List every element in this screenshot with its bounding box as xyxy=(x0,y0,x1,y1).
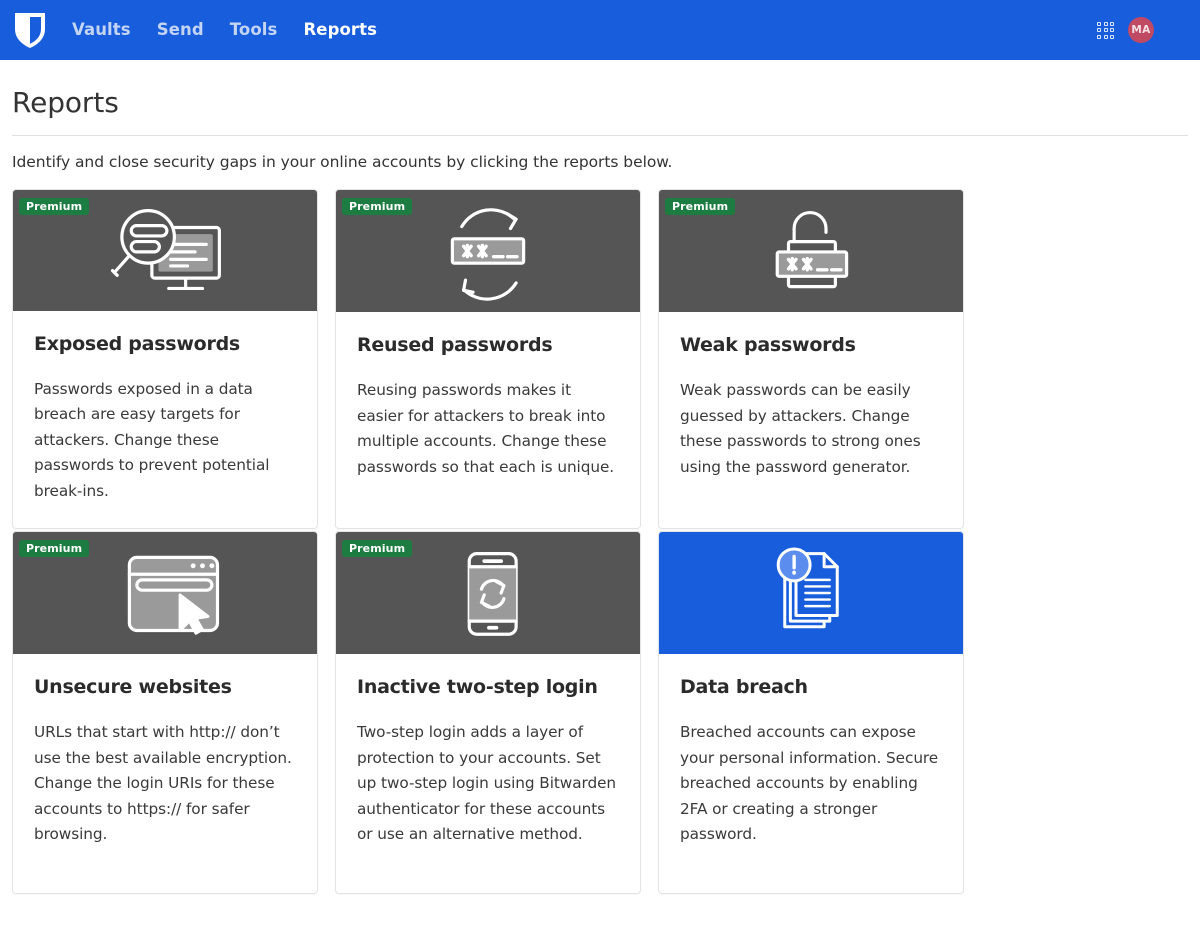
nav-link-vaults[interactable]: Vaults xyxy=(72,22,131,39)
chevron-down-icon[interactable] xyxy=(1168,26,1184,35)
report-card-data-breach[interactable]: Data breach Breached accounts can expose… xyxy=(658,531,964,894)
card-title: Exposed passwords xyxy=(34,333,296,355)
card-description: Weak passwords can be easily guessed by … xyxy=(680,378,942,480)
reports-grid-row-1: Premium xyxy=(12,187,1188,529)
card-header-image: Premium xyxy=(659,190,963,312)
card-body: Weak passwords Weak passwords can be eas… xyxy=(659,312,963,528)
avatar[interactable]: MA xyxy=(1128,17,1154,43)
top-navigation-bar: Vaults Send Tools Reports MA xyxy=(0,0,1200,60)
premium-badge: Premium xyxy=(19,540,89,557)
report-card-reused-passwords[interactable]: Premium xyxy=(335,189,641,529)
card-description: Passwords exposed in a data breach are e… xyxy=(34,377,296,505)
reports-grid-row-2: Premium Unsecure websites URLs that sta xyxy=(12,529,1188,894)
card-body: Reused passwords Reusing passwords makes… xyxy=(336,312,640,528)
premium-badge: Premium xyxy=(665,198,735,215)
card-description: URLs that start with http:// don’t use t… xyxy=(34,720,296,848)
card-body: Inactive two-step login Two-step login a… xyxy=(336,654,640,893)
card-header-image xyxy=(659,532,963,654)
bitwarden-shield-logo[interactable] xyxy=(10,10,50,50)
card-title: Data breach xyxy=(680,676,942,698)
premium-badge: Premium xyxy=(19,198,89,215)
card-title: Unsecure websites xyxy=(34,676,296,698)
card-header-image: Premium xyxy=(336,532,640,654)
card-body: Data breach Breached accounts can expose… xyxy=(659,654,963,893)
primary-nav-links: Vaults Send Tools Reports xyxy=(72,22,377,39)
card-header-image: Premium xyxy=(336,190,640,312)
card-title: Inactive two-step login xyxy=(357,676,619,698)
page-subtitle: Identify and close security gaps in your… xyxy=(12,136,1188,187)
card-title: Reused passwords xyxy=(357,334,619,356)
card-description: Breached accounts can expose your person… xyxy=(680,720,942,848)
open-padlock-password-icon xyxy=(736,201,886,301)
nav-link-reports[interactable]: Reports xyxy=(303,22,377,39)
card-header-image: Premium xyxy=(13,532,317,654)
page-content: Reports Identify and close security gaps… xyxy=(0,60,1200,894)
card-header-image: Premium xyxy=(13,190,317,311)
nav-link-tools[interactable]: Tools xyxy=(230,22,278,39)
magnifier-monitor-icon xyxy=(90,200,240,300)
card-body: Exposed passwords Passwords exposed in a… xyxy=(13,311,317,529)
nav-right-cluster: MA xyxy=(1097,17,1184,43)
report-card-unsecure-websites[interactable]: Premium Unsecure websites URLs that sta xyxy=(12,531,318,894)
premium-badge: Premium xyxy=(342,198,412,215)
card-title: Weak passwords xyxy=(680,334,942,356)
page-title: Reports xyxy=(12,60,1188,135)
card-body: Unsecure websites URLs that start with h… xyxy=(13,654,317,893)
grid-apps-icon[interactable] xyxy=(1097,22,1114,39)
report-card-inactive-two-step-login[interactable]: Premium xyxy=(335,531,641,894)
nav-link-send[interactable]: Send xyxy=(157,22,204,39)
card-description: Reusing passwords makes it easier for at… xyxy=(357,378,619,480)
phone-sync-icon xyxy=(413,543,563,643)
browser-window-cursor-icon xyxy=(90,543,240,643)
premium-badge: Premium xyxy=(342,540,412,557)
report-card-exposed-passwords[interactable]: Premium xyxy=(12,189,318,529)
password-cycle-arrows-icon xyxy=(413,201,563,301)
documents-alert-icon xyxy=(736,543,886,643)
card-description: Two-step login adds a layer of protectio… xyxy=(357,720,619,848)
report-card-weak-passwords[interactable]: Premium xyxy=(658,189,964,529)
